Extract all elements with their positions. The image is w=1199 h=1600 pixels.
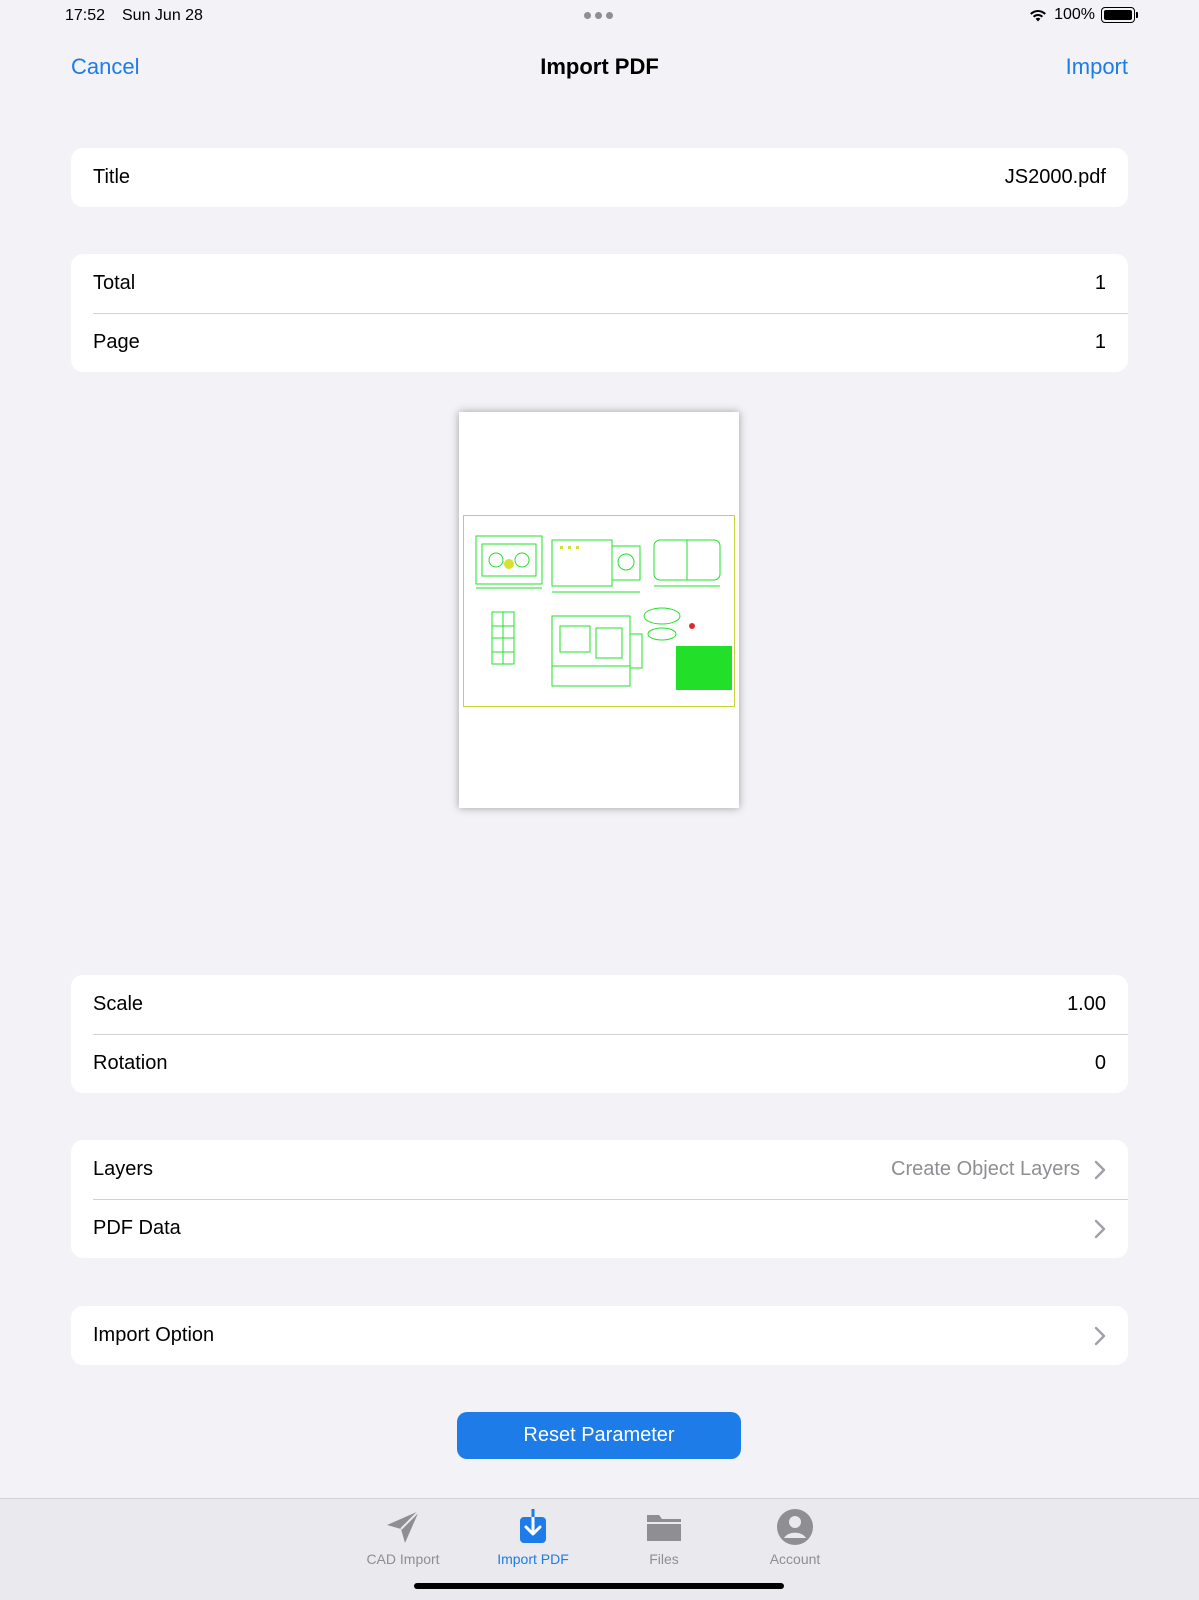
- page-title: Import PDF: [540, 54, 659, 79]
- page-label: Page: [93, 331, 140, 353]
- total-label: Total: [93, 272, 136, 294]
- layers-value: Create Object Layers: [891, 1158, 1080, 1180]
- layers-label: Layers: [93, 1158, 154, 1180]
- title-value[interactable]: JS2000.pdf: [1005, 166, 1106, 189]
- total-value: 1: [1094, 272, 1106, 294]
- pdf-data-row[interactable]: PDF Data: [71, 1199, 1128, 1258]
- tab-label: Import PDF: [497, 1551, 569, 1567]
- cad-drawing-thumbnail: [463, 515, 735, 707]
- tab-label: Account: [769, 1551, 821, 1567]
- title-row[interactable]: Title JS2000.pdf: [71, 148, 1128, 207]
- battery-icon: [1101, 7, 1138, 23]
- page-row[interactable]: Page 1: [71, 313, 1128, 372]
- import-option-label: Import Option: [93, 1324, 215, 1346]
- scale-value[interactable]: 1.00: [1067, 993, 1106, 1016]
- rotation-label: Rotation: [93, 1052, 168, 1074]
- import-option-group: Import Option: [71, 1306, 1128, 1365]
- import-button[interactable]: Import: [1066, 54, 1128, 80]
- person-circle-icon: [777, 1509, 813, 1545]
- total-row: Total 1: [71, 254, 1128, 313]
- rotation-value[interactable]: 0: [1095, 1052, 1106, 1075]
- data-options-group: Layers Create Object Layers PDF Data: [71, 1140, 1128, 1258]
- status-date: Sun Jun 28: [122, 7, 203, 24]
- title-group: Title JS2000.pdf: [71, 148, 1128, 207]
- rotation-row[interactable]: Rotation 0: [71, 1034, 1128, 1093]
- status-bar: 17:52 Sun Jun 28 100%: [0, 0, 1199, 34]
- pdf-data-label: PDF Data: [93, 1217, 181, 1239]
- scale-label: Scale: [93, 993, 144, 1015]
- tab-import-pdf[interactable]: Import PDF: [478, 1507, 588, 1567]
- chevron-right-icon: [1094, 1219, 1106, 1238]
- layers-row[interactable]: Layers Create Object Layers: [71, 1140, 1128, 1199]
- folder-icon: [647, 1515, 681, 1541]
- status-right: 100%: [1028, 6, 1138, 24]
- pages-group: Total 1 Page 1: [71, 254, 1128, 372]
- status-time: 17:52: [65, 7, 106, 24]
- import-option-row[interactable]: Import Option: [71, 1306, 1128, 1365]
- page-value[interactable]: 1: [1095, 331, 1106, 354]
- home-indicator[interactable]: [414, 1583, 784, 1589]
- multitasking-dots-icon[interactable]: [584, 12, 613, 19]
- tab-label: CAD Import: [366, 1551, 440, 1567]
- navigation-bar: Cancel Import PDF Import: [0, 40, 1199, 90]
- battery-percent: 100%: [1054, 6, 1095, 23]
- title-label: Title: [93, 166, 131, 188]
- paper-plane-icon: [387, 1510, 420, 1543]
- pdf-page-preview[interactable]: [459, 412, 739, 808]
- reset-parameter-button[interactable]: Reset Parameter: [457, 1412, 741, 1459]
- tab-files[interactable]: Files: [609, 1507, 719, 1567]
- tab-label: Files: [649, 1551, 679, 1567]
- download-tray-icon: [520, 1509, 546, 1543]
- scale-row[interactable]: Scale 1.00: [71, 975, 1128, 1034]
- chevron-right-icon: [1094, 1326, 1106, 1345]
- wifi-icon: [1030, 10, 1046, 22]
- transform-group: Scale 1.00 Rotation 0: [71, 975, 1128, 1093]
- chevron-right-icon: [1094, 1160, 1106, 1179]
- tab-cad-import[interactable]: CAD Import: [348, 1507, 458, 1567]
- tab-account[interactable]: Account: [740, 1507, 850, 1567]
- cad-drawing-image: [475, 535, 732, 690]
